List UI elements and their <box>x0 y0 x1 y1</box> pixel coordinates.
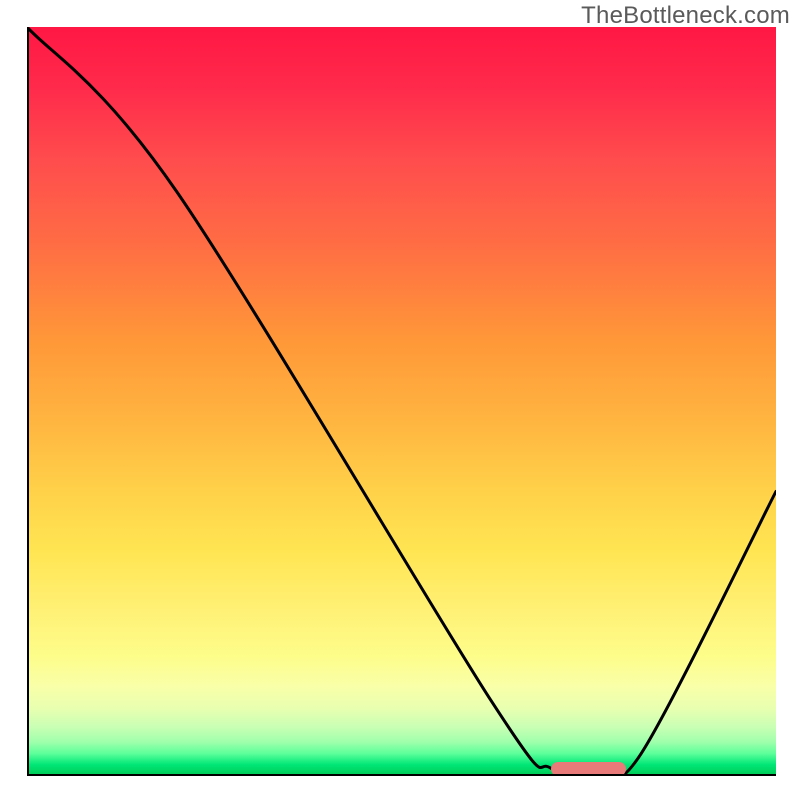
chart-plot-area <box>27 27 776 776</box>
bottleneck-curve-line <box>27 27 776 776</box>
optimal-range-marker <box>551 762 626 776</box>
chart-curve-svg <box>27 27 776 776</box>
watermark-text: TheBottleneck.com <box>581 2 790 30</box>
